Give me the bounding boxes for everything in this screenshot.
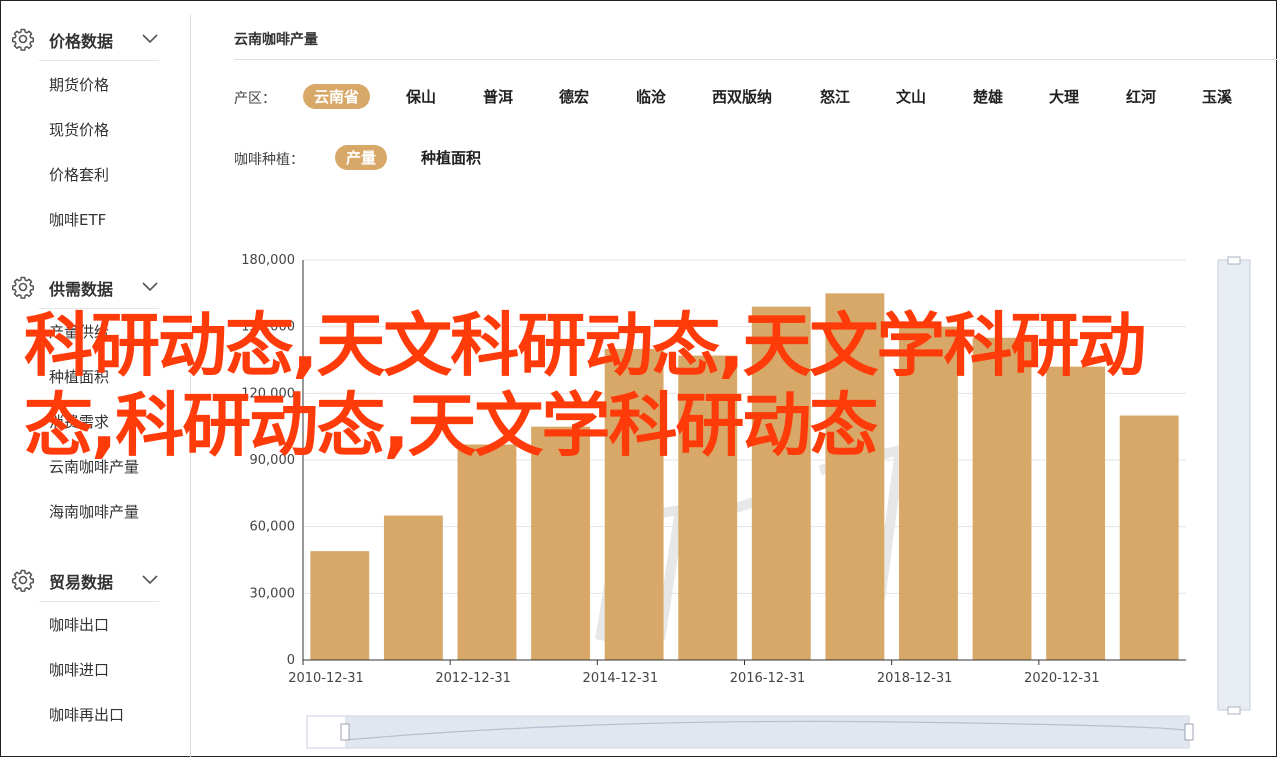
bar[interactable]: [972, 337, 1032, 660]
slider-handle-right[interactable]: [1184, 723, 1194, 741]
y-zoom-slider[interactable]: [1217, 256, 1251, 715]
slider-handle-bottom[interactable]: [1227, 706, 1241, 715]
slider-handle-left[interactable]: [340, 723, 350, 741]
x-tick-label: 2020-12-31: [1024, 671, 1100, 686]
bar-chart: 0 30,000 60,000 90,000 120,000 150,000 180,000…: [241, 253, 1251, 749]
bar[interactable]: [899, 326, 958, 660]
y-tick-label: 0: [287, 653, 295, 668]
x-tick-label: 2014-12-31: [583, 671, 659, 686]
y-tick-label: 30,000: [250, 586, 296, 601]
y-tick-label: 90,000: [250, 453, 296, 468]
y-tick-label: 60,000: [250, 520, 296, 535]
bar[interactable]: [825, 293, 885, 660]
x-tick-label: 2012-12-31: [435, 671, 511, 686]
slider-handle-top[interactable]: [1227, 256, 1241, 265]
y-tick-label: 180,000: [241, 253, 295, 268]
bar[interactable]: [310, 551, 370, 660]
y-tick-label: 120,000: [241, 386, 295, 401]
bar[interactable]: [383, 515, 443, 660]
bar[interactable]: [531, 426, 590, 660]
bar[interactable]: [1046, 366, 1106, 660]
bar[interactable]: [457, 444, 517, 660]
bar[interactable]: [751, 306, 811, 660]
x-zoom-slider[interactable]: [306, 715, 1194, 749]
bar[interactable]: [1119, 415, 1179, 660]
x-tick-label: 2010-12-31: [288, 671, 364, 686]
y-tick-label: 150,000: [241, 320, 295, 335]
x-tick-label: 2018-12-31: [877, 671, 953, 686]
x-tick-label: 2016-12-31: [730, 671, 806, 686]
bar[interactable]: [678, 355, 738, 660]
bar[interactable]: [604, 348, 664, 660]
